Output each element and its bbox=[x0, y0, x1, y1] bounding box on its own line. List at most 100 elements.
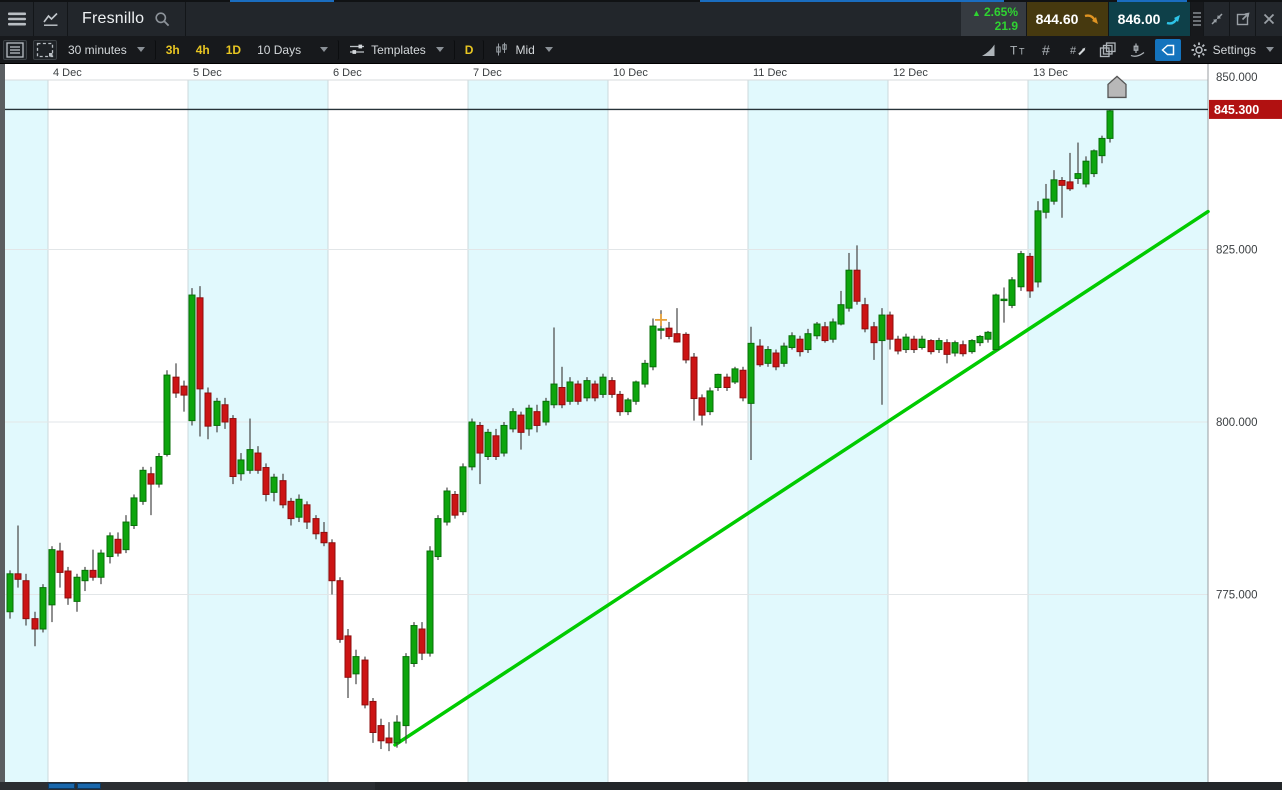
change-points: 21.9 bbox=[994, 19, 1018, 33]
drag-handle[interactable] bbox=[1191, 2, 1204, 36]
top-edge-artifact bbox=[230, 0, 334, 2]
candle-down bbox=[254, 452, 262, 471]
candle-down bbox=[698, 397, 706, 416]
candle-up bbox=[1106, 110, 1114, 139]
candle-up bbox=[188, 294, 196, 422]
scrollbar-segment[interactable] bbox=[77, 783, 101, 789]
buy-button[interactable]: 846.00 bbox=[1109, 2, 1191, 36]
sell-button[interactable]: 844.60 bbox=[1027, 2, 1109, 36]
gear-icon bbox=[1191, 42, 1207, 57]
candle-up bbox=[443, 490, 451, 523]
main-menu-button[interactable] bbox=[0, 2, 34, 36]
candle-up bbox=[731, 368, 739, 383]
candle-up bbox=[1082, 160, 1090, 185]
candle-down bbox=[303, 504, 311, 523]
candle-down bbox=[517, 414, 525, 433]
chart-type-button[interactable] bbox=[34, 2, 68, 36]
candle-up bbox=[525, 407, 533, 430]
candle-up bbox=[402, 656, 410, 727]
candle-up bbox=[878, 314, 886, 342]
candle-down bbox=[196, 297, 204, 390]
day-band bbox=[0, 80, 48, 782]
candle-up bbox=[976, 335, 984, 344]
line-chart-icon bbox=[42, 12, 58, 26]
date-axis-label: 10 Dec bbox=[613, 67, 648, 79]
candle-up bbox=[139, 469, 147, 502]
scrollbar-segment[interactable] bbox=[48, 783, 75, 789]
candle-up bbox=[632, 381, 640, 402]
day-band bbox=[748, 80, 888, 782]
candle-down bbox=[287, 500, 295, 520]
candle-up bbox=[97, 552, 105, 578]
candle-up bbox=[1074, 173, 1082, 179]
search-icon[interactable] bbox=[154, 11, 171, 28]
interval-dropdown[interactable]: 30 minutes bbox=[62, 39, 156, 60]
candle-up bbox=[1090, 150, 1098, 175]
collapse-icon bbox=[1210, 13, 1223, 25]
layers-icon bbox=[1099, 41, 1116, 57]
chart-scrollbar[interactable] bbox=[0, 782, 1282, 790]
quick-interval-1d[interactable]: 1D bbox=[220, 40, 247, 60]
candle-down bbox=[221, 404, 229, 423]
chevron-down-icon bbox=[136, 47, 145, 52]
candle-up bbox=[1098, 137, 1106, 157]
quick-interval-4h[interactable]: 4h bbox=[190, 40, 216, 60]
candle-down bbox=[312, 518, 320, 535]
date-axis-label: 5 Dec bbox=[193, 67, 222, 79]
candle-down bbox=[377, 725, 385, 742]
chart-area[interactable]: 4 Dec 5 Dec 6 Dec 7 Dec 10 Dec 11 Dec 12 Dec 13… bbox=[0, 64, 1282, 790]
buy-price: 846.00 bbox=[1117, 11, 1161, 27]
range-dropdown[interactable]: 10 Days bbox=[251, 39, 340, 60]
date-axis-label: 13 Dec bbox=[1033, 67, 1068, 79]
chart-left-edge bbox=[0, 64, 5, 782]
candle-down bbox=[673, 333, 681, 343]
candle-up bbox=[48, 549, 56, 606]
templates-dropdown[interactable]: Templates bbox=[343, 39, 455, 60]
chart-toolbar: 30 minutes 3h 4h 1D 10 Days Templates D … bbox=[0, 36, 1282, 64]
day-session-button[interactable]: D bbox=[459, 39, 485, 60]
candle-up bbox=[155, 456, 163, 485]
grid-edit-tool-button[interactable]: # bbox=[1065, 39, 1091, 61]
candle-up bbox=[566, 381, 574, 402]
close-button[interactable] bbox=[1256, 2, 1282, 36]
list-icon bbox=[6, 41, 24, 58]
templates-label: Templates bbox=[371, 42, 426, 57]
grid-tool-button[interactable]: # bbox=[1035, 39, 1061, 61]
candle-up bbox=[39, 587, 47, 630]
trading-chart-window: { "titlebar": { "instrument": "Fresnillo… bbox=[0, 0, 1282, 790]
candle-down bbox=[262, 467, 270, 495]
candle-down bbox=[180, 385, 188, 396]
candle-down bbox=[89, 569, 97, 578]
candle-up bbox=[918, 338, 926, 348]
date-axis-label: 11 Dec bbox=[753, 67, 788, 79]
trend-drawing-tool-button[interactable] bbox=[975, 39, 1001, 61]
candle-up bbox=[714, 373, 722, 389]
quick-interval-3h[interactable]: 3h bbox=[160, 40, 186, 60]
settings-dropdown[interactable]: Settings bbox=[1183, 42, 1282, 58]
pattern-tool-button[interactable] bbox=[1125, 39, 1151, 61]
candle-up bbox=[122, 521, 130, 551]
candle-up bbox=[984, 331, 992, 340]
candle-up bbox=[73, 576, 81, 602]
chevron-down-icon bbox=[1266, 47, 1274, 52]
region-select-button[interactable] bbox=[33, 39, 57, 60]
price-tag-icon bbox=[1161, 44, 1174, 55]
titlebar: Fresnillo ▲ 2.65% 21.9 844.60 846.00 bbox=[0, 2, 1282, 36]
popout-button[interactable] bbox=[1230, 2, 1256, 36]
order-book-button[interactable] bbox=[3, 39, 27, 60]
candle-up bbox=[780, 345, 788, 364]
collapse-button[interactable] bbox=[1204, 2, 1230, 36]
candle-up bbox=[968, 340, 976, 353]
candle-up bbox=[1042, 198, 1050, 213]
chart-layers-button[interactable] bbox=[1095, 39, 1121, 61]
price-tag-tool-button[interactable] bbox=[1154, 38, 1181, 61]
candle-down bbox=[591, 383, 599, 399]
sell-price: 844.60 bbox=[1035, 11, 1079, 27]
text-tool-icon: T T bbox=[1010, 43, 1025, 57]
price-type-dropdown[interactable]: Mid bbox=[488, 40, 558, 60]
top-edge-artifact bbox=[1117, 0, 1187, 2]
candle-down bbox=[204, 392, 212, 427]
candle-down bbox=[558, 387, 566, 406]
text-annotation-tool-button[interactable]: T T bbox=[1005, 39, 1031, 61]
svg-text:T: T bbox=[1019, 46, 1025, 56]
